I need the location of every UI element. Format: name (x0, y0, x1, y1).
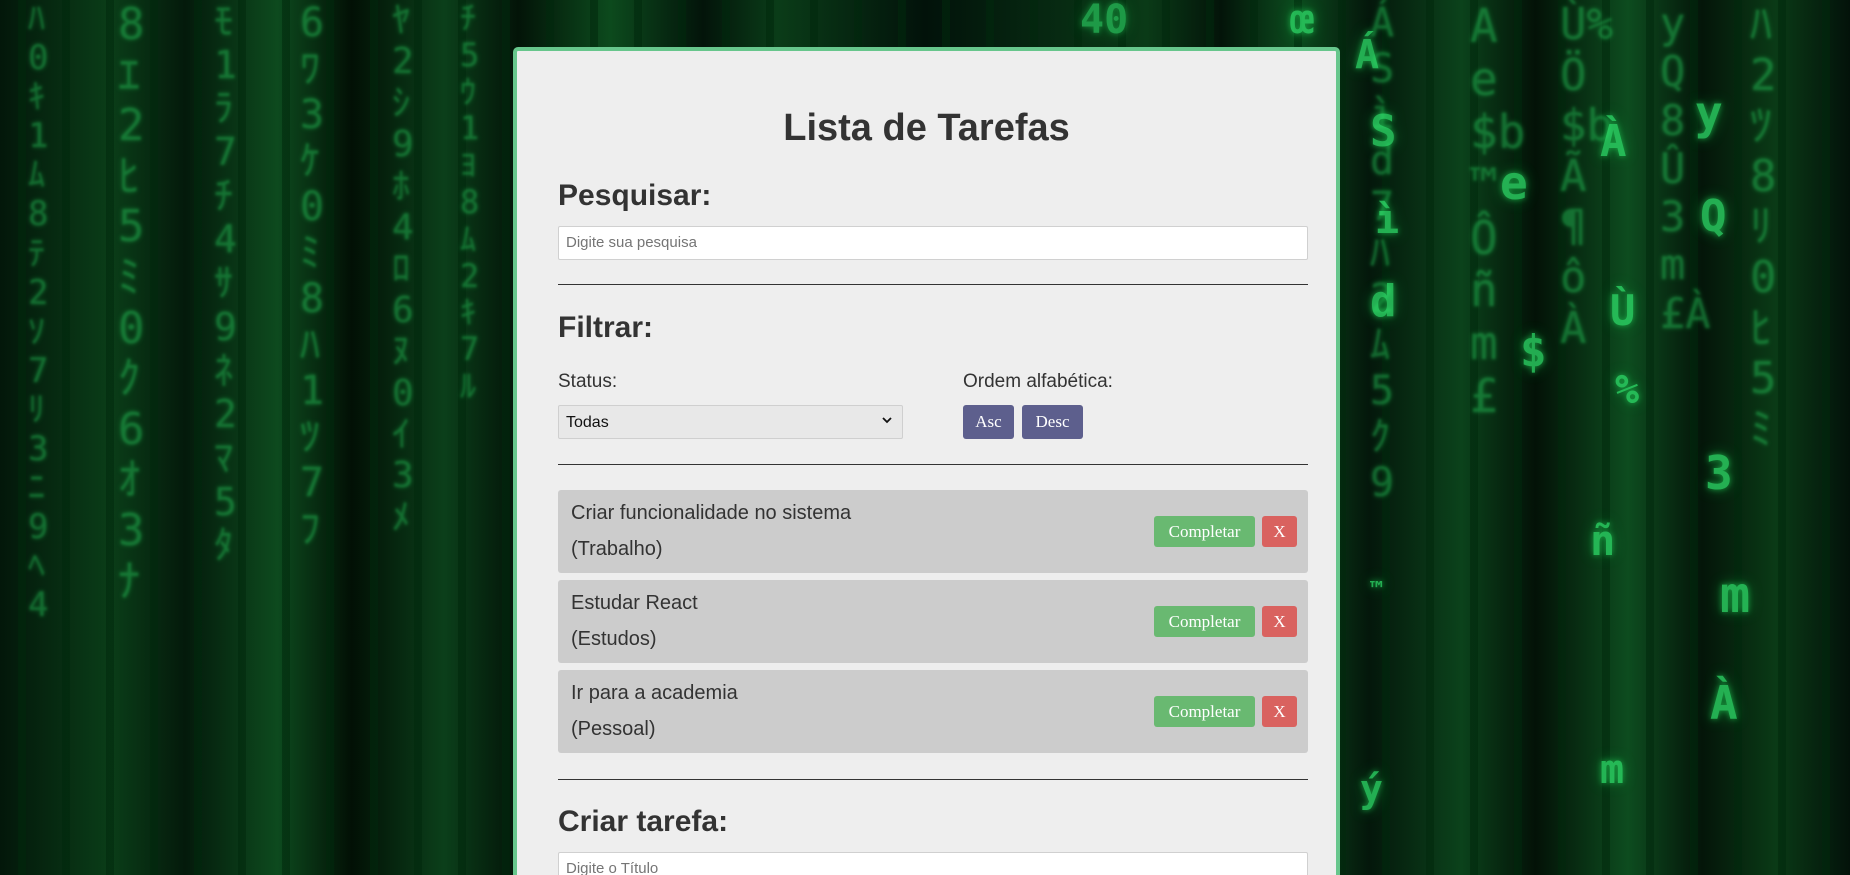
divider (558, 779, 1308, 780)
code-glyph: œ (1290, 0, 1315, 43)
filter-heading: Filtrar: (558, 311, 654, 344)
code-glyph: m (1720, 566, 1751, 624)
task-title-input[interactable]: Digite o Título (558, 852, 1308, 875)
delete-task-button[interactable]: X (1262, 696, 1297, 727)
task-item: Estudar React (Estudos) Completar X (558, 580, 1308, 663)
task-title: Ir para a academia (571, 682, 738, 704)
complete-task-button[interactable]: Completar (1154, 516, 1255, 547)
code-rain-column: ﾊ0ｷ1ﾑ8ﾃ2ｿ7ﾘ3ﾆ9ﾍ4 (28, 0, 49, 626)
sort-desc-button[interactable]: Desc (1022, 405, 1083, 439)
code-glyph: ý (1360, 767, 1383, 811)
complete-task-button[interactable]: Completar (1154, 696, 1255, 727)
task-title: Estudar React (571, 592, 698, 614)
code-glyph: e (1500, 156, 1528, 210)
divider (558, 464, 1308, 465)
code-glyph: % (1615, 367, 1640, 413)
delete-task-button[interactable]: X (1262, 516, 1297, 547)
code-glyph: 40 (1080, 0, 1129, 43)
code-rain-column: yQ8Û3m£À (1660, 0, 1711, 338)
code-rain-column: ﾓ1ﾗ7ﾁ4ｻ9ﾈ2ﾏ5ﾀ (214, 0, 237, 568)
task-category: (Estudos) (571, 628, 657, 650)
task-category: (Pessoal) (571, 718, 656, 740)
code-glyph: S (1370, 106, 1397, 157)
status-label: Status: (558, 371, 618, 392)
code-glyph: Ù (1610, 286, 1636, 335)
create-task-heading: Criar tarefa: (558, 805, 729, 838)
todo-card: Lista de Tarefas Pesquisar: Digite sua p… (513, 47, 1340, 875)
sort-asc-button[interactable]: Asc (963, 405, 1014, 439)
code-glyph: ñ (1590, 516, 1616, 565)
code-rain-column: ﾁ5ｳ1ﾖ8ﾑ2ｷ7ﾙ (460, 0, 480, 405)
status-select-value: Todas (566, 414, 609, 431)
task-item: Criar funcionalidade no sistema (Trabalh… (558, 490, 1308, 573)
search-input[interactable]: Digite sua pesquisa (558, 226, 1308, 260)
code-glyph: m (1600, 747, 1625, 793)
code-rain-column: 8ｴ2ﾋ5ﾐ0ｸ6ｵ3ﾅ (118, 0, 145, 607)
code-rain-column: Ae$b™Ôñm£ (1470, 0, 1526, 424)
page-title: Lista de Tarefas (783, 107, 1070, 149)
search-input-placeholder: Digite sua pesquisa (566, 234, 697, 251)
task-title-input-placeholder: Digite o Título (566, 860, 659, 875)
task-item: Ir para a academia (Pessoal) Completar X (558, 670, 1308, 753)
code-glyph: Á (1355, 32, 1380, 78)
code-rain-column: 6ﾜ3ｹ0ﾐ8ﾊ1ﾂ7ﾌ (300, 0, 325, 552)
code-glyph: À (1600, 116, 1627, 167)
delete-task-button[interactable]: X (1262, 606, 1297, 637)
task-title: Criar funcionalidade no sistema (571, 502, 852, 524)
complete-task-button[interactable]: Completar (1154, 606, 1255, 637)
code-glyph: y (1695, 86, 1723, 140)
code-glyph: Q (1700, 191, 1727, 242)
chevron-down-icon (882, 417, 892, 424)
task-category: (Trabalho) (571, 538, 663, 560)
code-glyph: À (1710, 676, 1738, 730)
code-glyph: ì (1375, 197, 1400, 243)
order-label: Ordem alfabética: (963, 371, 1113, 392)
code-glyph: 3 (1705, 446, 1733, 500)
code-rain-column: ﾊ2ﾂ8ﾘ0ﾋ5ﾐ (1750, 0, 1777, 455)
code-glyph: d (1370, 276, 1397, 327)
code-rain-column: ﾔ2ｼ9ﾎ4ﾛ6ﾇ0ｲ3ﾒ (392, 0, 414, 538)
code-glyph: ™ (1370, 578, 1384, 603)
search-heading: Pesquisar: (558, 179, 712, 212)
status-select[interactable]: Todas (558, 405, 903, 439)
divider (558, 284, 1308, 285)
code-rain-column: Ù%Ö$bÃ¶ôÀ (1560, 0, 1613, 354)
code-glyph: $ (1520, 326, 1547, 377)
